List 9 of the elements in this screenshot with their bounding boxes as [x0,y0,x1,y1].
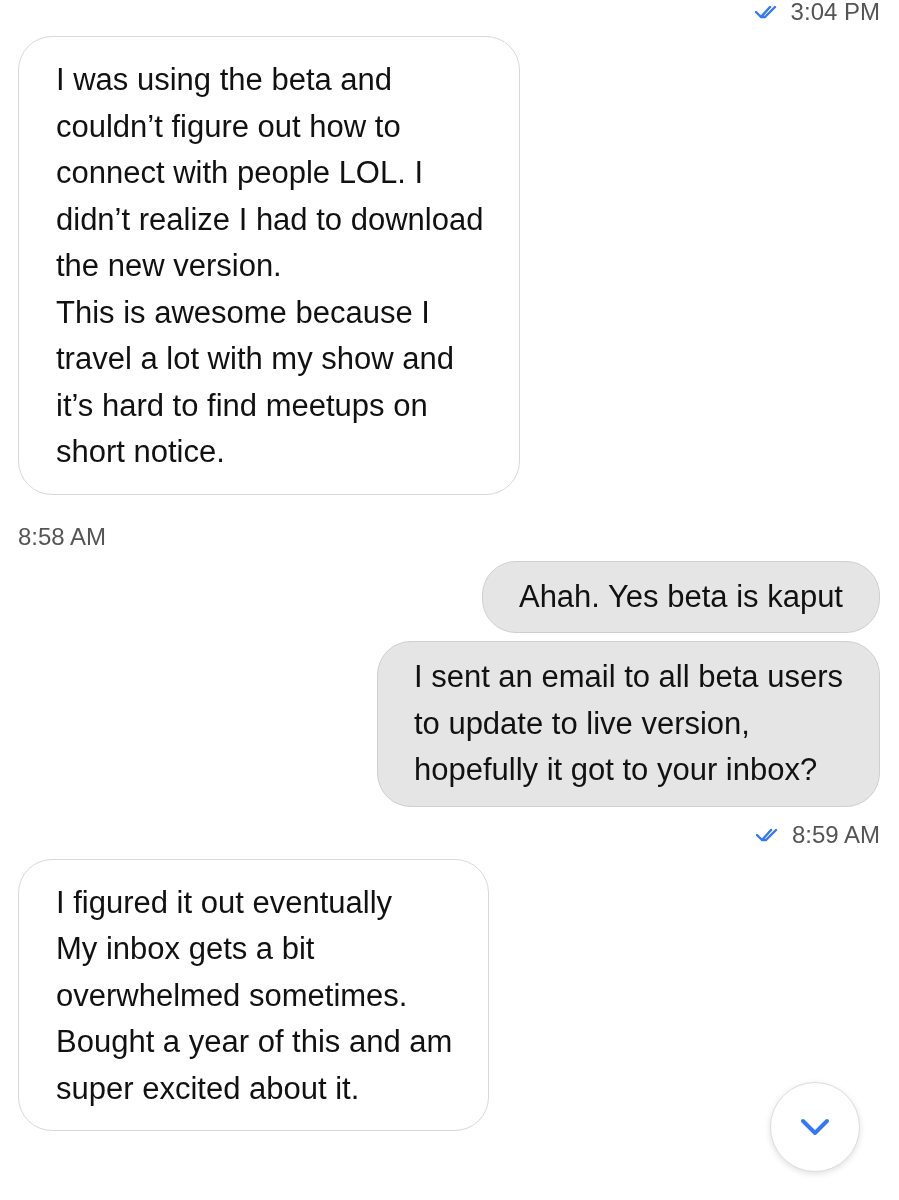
chevron-down-icon [800,1118,830,1136]
sent-message: I sent an email to all beta users to update to live version, hopefully it got to your inbox? [376,641,880,807]
received-message: I figured it out eventually My inbox gets a bit overwhelmed sometimes. Bought a year of this and am super excited about it. [18,858,490,1131]
scroll-down-button[interactable] [770,1082,860,1172]
sent-message: Ahah. Yes beta is kaput [481,560,880,633]
message-time: 3:04 PM [790,0,880,26]
message-time: 8:59 AM [791,820,880,849]
received-message: I was using the beta and couldn’t figure out how to connect with people LOL. I didn’t realize I had to download the new version. This is awesome because I travel a lot with my show and it’s hard to find meetups on short notice. [18,36,521,495]
message-time: 8:58 AM [18,522,107,551]
